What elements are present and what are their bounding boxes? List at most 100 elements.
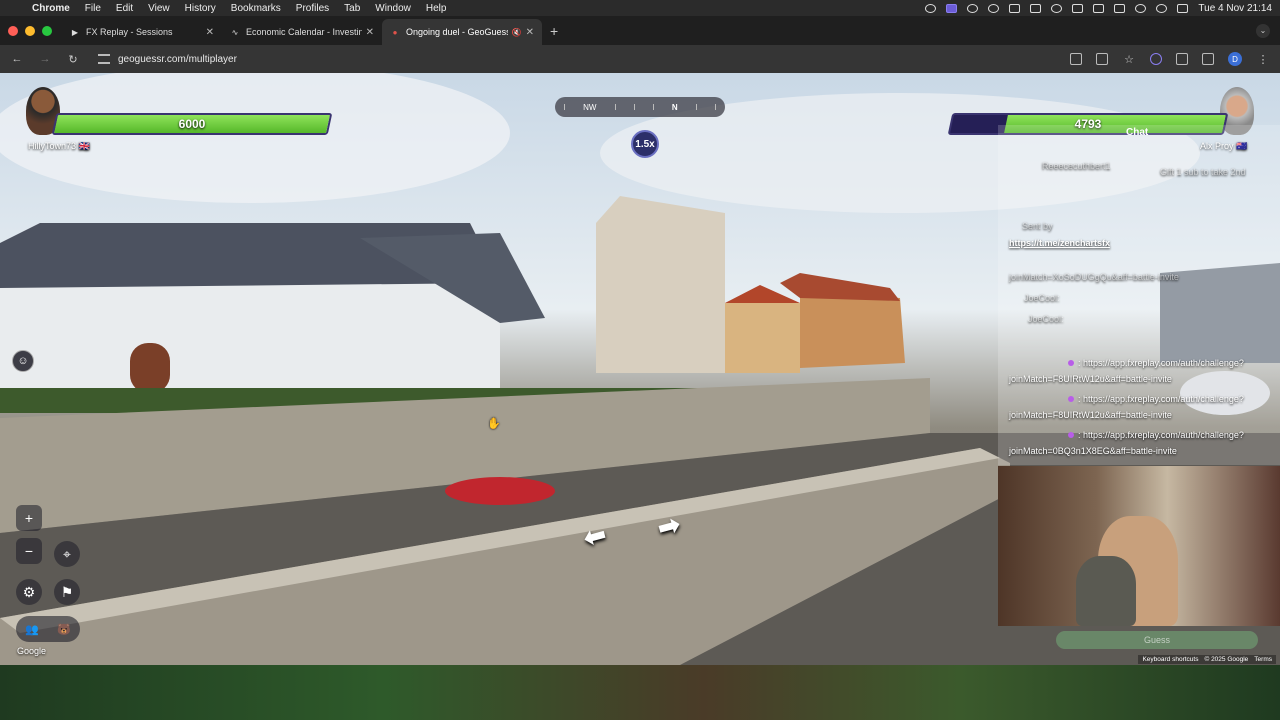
chat-telegram-link[interactable]: https://t.me/zenchartsfx bbox=[1009, 238, 1110, 248]
install-app-icon[interactable] bbox=[1096, 53, 1108, 65]
terms-link[interactable]: Terms bbox=[1254, 656, 1272, 663]
browser-toolbar: ← → ↻ geoguessr.com/multiplayer ☆ D ⋮ bbox=[0, 45, 1280, 73]
wifi-icon[interactable] bbox=[1135, 3, 1147, 13]
close-window-button[interactable] bbox=[8, 25, 18, 36]
tab-close-icon[interactable]: ✕ bbox=[366, 27, 374, 38]
compass-tick bbox=[652, 104, 654, 110]
mouse-cursor-icon: ✋ bbox=[487, 418, 501, 430]
play-icon[interactable] bbox=[1051, 3, 1063, 13]
address-url[interactable]: geoguessr.com/multiplayer bbox=[118, 54, 237, 65]
menu-help[interactable]: Help bbox=[426, 3, 447, 14]
status-bar-icons: Tue 4 Nov 21:14 bbox=[925, 3, 1272, 14]
menu-tab[interactable]: Tab bbox=[344, 3, 360, 14]
google-footer-links: Keyboard shortcuts © 2025 Google Terms bbox=[1138, 655, 1276, 664]
tab-title: Ongoing duel - GeoGuessr bbox=[406, 27, 508, 37]
menu-file[interactable]: File bbox=[85, 3, 101, 14]
screen-record-icon[interactable] bbox=[946, 3, 958, 13]
window-controls bbox=[8, 25, 52, 36]
tab-economic-calendar[interactable]: ∿ Economic Calendar - Investing ✕ bbox=[222, 19, 382, 45]
emote-smiley-icon[interactable]: ☺ bbox=[12, 350, 34, 372]
compass-nw: NW bbox=[583, 102, 597, 112]
control-center-icon[interactable] bbox=[1177, 3, 1189, 13]
settings-gear-icon[interactable]: ⚙ bbox=[16, 579, 42, 605]
extensions-puzzle-icon[interactable] bbox=[1176, 53, 1188, 65]
search-icon[interactable] bbox=[1156, 3, 1168, 13]
new-tab-button[interactable]: + bbox=[550, 23, 558, 39]
tab-fx-replay[interactable]: ▶ FX Replay - Sessions ✕ bbox=[62, 19, 222, 45]
compass-n: N bbox=[671, 102, 678, 112]
chat-title: Chat bbox=[1126, 127, 1149, 138]
compass-tick bbox=[614, 104, 616, 110]
chat-gift-sub: Gift 1 sub to take 2nd bbox=[1160, 167, 1246, 177]
muted-speaker-icon[interactable]: 🔇 bbox=[512, 28, 522, 37]
street-view-panorama[interactable]: 6000 HillyTown73 🇬🇧 4793 Alx Proy 🇦🇺 NW … bbox=[0, 73, 1280, 665]
eye-icon[interactable] bbox=[988, 3, 1000, 13]
tab-title: FX Replay - Sessions bbox=[86, 27, 173, 37]
window-icon[interactable] bbox=[1072, 3, 1084, 13]
menu-history[interactable]: History bbox=[185, 3, 216, 14]
players-icon[interactable]: 👥 bbox=[25, 623, 39, 636]
browser-tab-strip: ▶ FX Replay - Sessions ✕ ∿ Economic Cale… bbox=[0, 16, 1280, 45]
player-left-health-bar: 6000 bbox=[51, 113, 333, 135]
location-pin-favicon-icon: ● bbox=[392, 27, 398, 37]
chat-message: joinMatch=F8UIRtW12u&aff=battle-invite bbox=[1009, 374, 1172, 384]
player-left-health-value: 6000 bbox=[178, 117, 206, 131]
menu-edit[interactable]: Edit bbox=[116, 3, 133, 14]
guess-button[interactable]: Guess bbox=[1056, 631, 1258, 649]
compass-tick bbox=[633, 104, 635, 110]
tab-search-chevron-icon[interactable]: ⌄ bbox=[1256, 23, 1270, 38]
zoom-in-button[interactable]: + bbox=[16, 505, 42, 531]
reload-icon[interactable]: ↻ bbox=[66, 53, 80, 66]
tab-geoguessr-duel[interactable]: ● Ongoing duel - GeoGuessr 🔇 ✕ bbox=[382, 19, 542, 45]
forward-arrow-icon[interactable]: → bbox=[38, 53, 52, 65]
eye-slash-icon[interactable] bbox=[1070, 53, 1082, 65]
compass-tick bbox=[564, 104, 566, 110]
minimize-window-button[interactable] bbox=[25, 25, 35, 36]
back-arrow-icon[interactable]: ← bbox=[10, 53, 24, 65]
menu-window[interactable]: Window bbox=[375, 3, 411, 14]
flag-checkpoint-icon[interactable]: ⚑ bbox=[54, 579, 80, 605]
profile-avatar[interactable]: D bbox=[1228, 52, 1242, 66]
image-icon[interactable] bbox=[1030, 3, 1042, 13]
chat-message-text: : https://app.fxreplay.com/auth/challeng… bbox=[1078, 358, 1244, 368]
menubar-clock[interactable]: Tue 4 Nov 21:14 bbox=[1198, 3, 1272, 14]
fx-replay-favicon-icon: ▶ bbox=[71, 27, 79, 37]
compass-tick bbox=[695, 104, 697, 110]
screen: Chrome File Edit View History Bookmarks … bbox=[0, 0, 1280, 720]
media-controls-icon[interactable] bbox=[1202, 53, 1214, 65]
battery-icon[interactable] bbox=[1114, 3, 1126, 13]
tab-close-icon[interactable]: ✕ bbox=[206, 27, 214, 38]
maximize-window-button[interactable] bbox=[42, 25, 52, 36]
car-icon[interactable] bbox=[1093, 3, 1105, 13]
return-to-start-pin-icon[interactable]: ⌖ bbox=[54, 541, 80, 567]
chat-username: JoeCool: bbox=[1024, 293, 1060, 303]
player-left-name: HillyTown73 🇬🇧 bbox=[28, 141, 90, 152]
google-logo: Google bbox=[17, 646, 47, 656]
compass-tick bbox=[714, 104, 716, 110]
extension-purple-icon[interactable] bbox=[1150, 53, 1162, 65]
player-toggle-pill[interactable]: 👥 🐻 bbox=[16, 616, 80, 642]
chat-username: JoeCool: bbox=[1028, 314, 1064, 324]
zoom-out-button[interactable]: − bbox=[16, 538, 42, 564]
menu-profiles[interactable]: Profiles bbox=[296, 3, 329, 14]
keyboard-shortcuts-link[interactable]: Keyboard shortcuts bbox=[1142, 656, 1198, 663]
bookmark-star-icon[interactable]: ☆ bbox=[1122, 53, 1136, 66]
menu-app-name[interactable]: Chrome bbox=[32, 3, 70, 14]
macos-menu-bar: Chrome File Edit View History Bookmarks … bbox=[0, 0, 1280, 16]
address-bar[interactable]: geoguessr.com/multiplayer bbox=[98, 48, 1052, 70]
cloud-icon[interactable] bbox=[967, 3, 979, 13]
focus-icon[interactable] bbox=[925, 3, 937, 13]
chat-sent-by: Sent by bbox=[1022, 221, 1053, 231]
menu-bookmarks[interactable]: Bookmarks bbox=[231, 3, 281, 14]
user-dot-icon bbox=[1068, 360, 1074, 366]
chat-message: joinMatch=0BQ3n1X8EG&aff=battle-invite bbox=[1009, 446, 1177, 456]
chat-message: joinMatch=F8UIRtW12u&aff=battle-invite bbox=[1009, 410, 1172, 420]
menu-view[interactable]: View bbox=[148, 3, 170, 14]
tab-close-icon[interactable]: ✕ bbox=[526, 27, 534, 38]
chat-message-text: : https://app.fxreplay.com/auth/challeng… bbox=[1078, 430, 1244, 440]
site-settings-icon[interactable] bbox=[98, 54, 110, 64]
avatar-toggle-icon[interactable]: 🐻 bbox=[57, 623, 71, 636]
more-menu-icon[interactable]: ⋮ bbox=[1256, 53, 1270, 66]
chat-username: Reeececuthbert1 bbox=[1042, 161, 1111, 171]
app-icon[interactable] bbox=[1009, 3, 1021, 13]
